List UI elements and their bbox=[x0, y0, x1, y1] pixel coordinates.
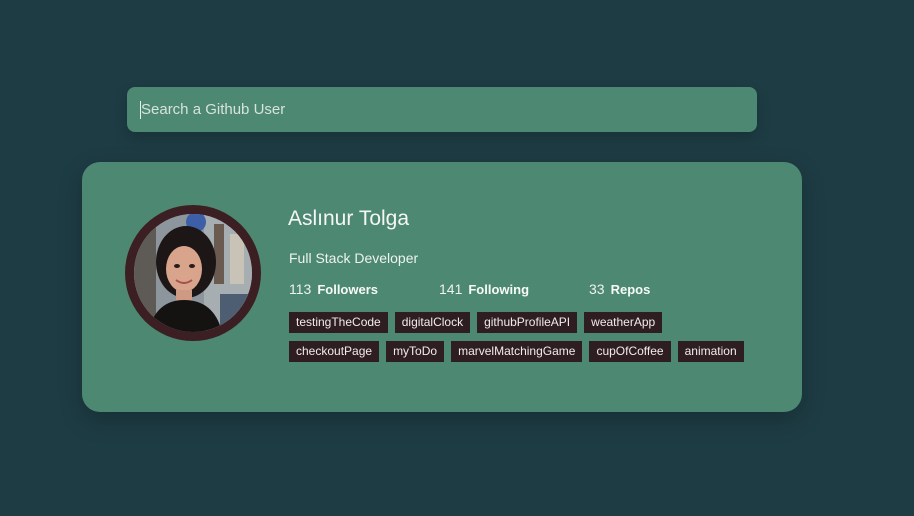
stat-following: 141 Following bbox=[439, 281, 529, 297]
avatar-photo bbox=[134, 214, 252, 332]
repos-count: 33 bbox=[589, 281, 605, 297]
profile-name: Aslınur Tolga bbox=[288, 207, 410, 230]
stat-followers: 113 Followers bbox=[289, 281, 378, 297]
profile-card: Aslınur Tolga Full Stack Developer 113 Fo… bbox=[82, 162, 802, 412]
avatar-image bbox=[134, 214, 252, 332]
stat-repos: 33 Repos bbox=[589, 281, 650, 297]
repos-label: Repos bbox=[610, 282, 651, 297]
repo-link[interactable]: checkoutPage bbox=[289, 341, 380, 362]
search-bar[interactable] bbox=[127, 87, 757, 132]
repo-link[interactable]: githubProfileAPI bbox=[477, 312, 578, 333]
repo-list: testingTheCode digitalClock githubProfil… bbox=[289, 312, 759, 362]
repo-link[interactable]: testingTheCode bbox=[289, 312, 388, 333]
repo-link[interactable]: digitalClock bbox=[394, 312, 471, 333]
followers-count: 113 bbox=[289, 281, 312, 297]
repo-link[interactable]: weatherApp bbox=[584, 312, 663, 333]
repo-link[interactable]: myToDo bbox=[386, 341, 445, 362]
repo-link[interactable]: marvelMatchingGame bbox=[451, 341, 583, 362]
following-count: 141 bbox=[439, 281, 463, 297]
following-label: Following bbox=[468, 282, 530, 297]
repo-link[interactable]: animation bbox=[677, 341, 744, 362]
followers-label: Followers bbox=[317, 282, 379, 297]
text-cursor bbox=[140, 101, 141, 119]
search-input[interactable] bbox=[127, 87, 757, 132]
profile-stats: 113 Followers 141 Following 33 Repos bbox=[289, 281, 739, 299]
repo-link[interactable]: cupOfCoffee bbox=[589, 341, 671, 362]
avatar bbox=[125, 205, 261, 341]
profile-bio: Full Stack Developer bbox=[289, 250, 419, 266]
